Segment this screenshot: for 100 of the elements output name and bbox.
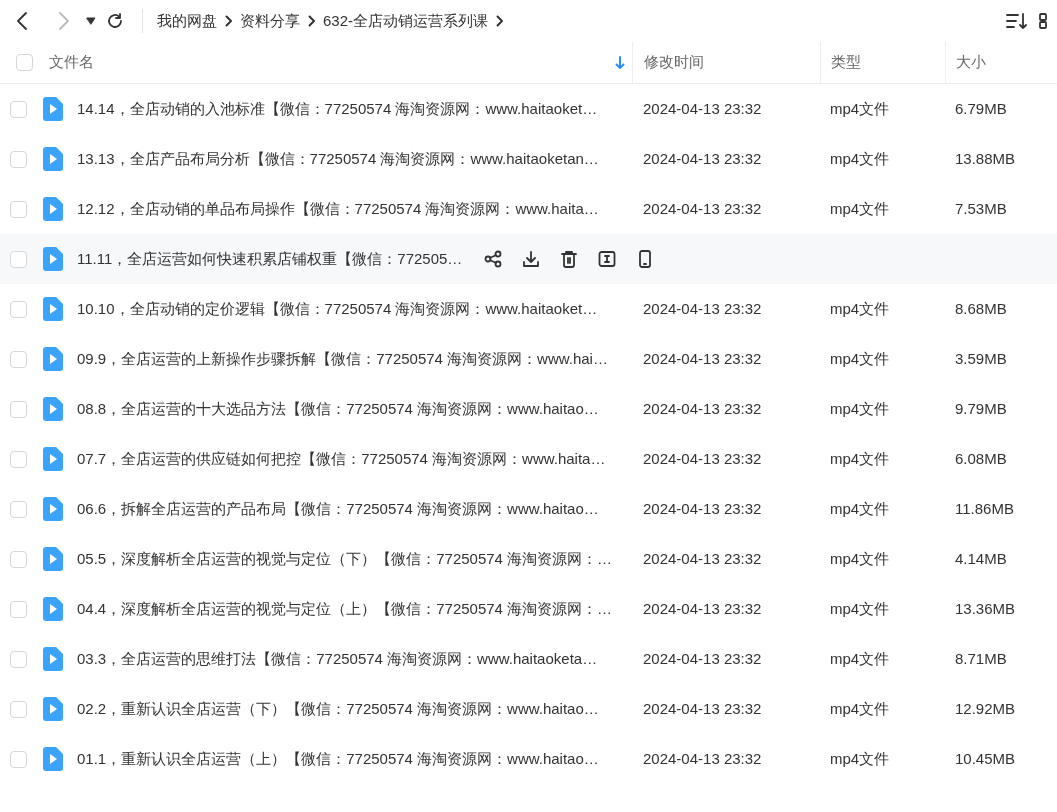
video-file-icon [43,97,63,121]
file-name[interactable]: 13.13，全店产品布局分析【微信：77250574 海淘资源网：www.haitaoketan… [77,147,599,171]
file-row[interactable]: 13.13，全店产品布局分析【微信：77250574 海淘资源网：www.haitaoketan… 2024-04-13 23:32 mp4文件 13.88MB [0,134,1057,184]
modified-time: 2024-04-13 23:32 [643,598,762,619]
file-name[interactable]: 02.2，重新认识全店运营（下）【微信：77250574 海淘资源网：www.haitao… [77,697,599,721]
file-row[interactable]: 08.8，全店运营的十大选品方法【微信：77250574 海淘资源网：www.haitao… 2024-04-13 23:32 mp4文件 9.79MB [0,384,1057,434]
row-checkbox[interactable] [10,450,27,468]
file-type: mp4文件 [830,448,890,469]
video-file-icon [43,297,63,321]
file-name[interactable]: 07.7，全店运营的供应链如何把控【微信：77250574 海淘资源网：www.haita… [77,447,606,471]
file-size: 6.79MB [955,98,1007,119]
file-size: 8.71MB [955,648,1007,669]
file-size: 12.92MB [955,698,1016,719]
row-checkbox[interactable] [10,400,27,418]
file-name[interactable]: 12.12，全店动销的单品布局操作【微信：77250574 海淘资源网：www.haita… [77,197,599,221]
file-name[interactable]: 03.3，全店运营的思维打法【微信：77250574 海淘资源网：www.haitaoketa… [77,647,598,671]
row-checkbox[interactable] [10,300,27,318]
file-size: 3.59MB [955,348,1007,369]
file-row[interactable]: 12.12，全店动销的单品布局操作【微信：77250574 海淘资源网：www.haita… 2024-04-13 23:32 mp4文件 7.53MB [0,184,1057,234]
video-file-icon [43,147,63,171]
file-size: 10.45MB [955,748,1016,769]
file-size: 11.86MB [955,498,1014,519]
file-name[interactable]: 10.10，全店动销的定价逻辑【微信：77250574 海淘资源网：www.haitaoket… [77,297,598,321]
file-type: mp4文件 [830,198,890,219]
file-row[interactable]: 10.10，全店动销的定价逻辑【微信：77250574 海淘资源网：www.haitaoket… 2024-04-13 23:32 mp4文件 8.68MB [0,284,1057,334]
file-type: mp4文件 [830,498,890,519]
video-file-icon [43,247,63,271]
file-row[interactable]: 04.4，深度解析全店运营的视觉与定位（上）【微信：77250574 海淘资源网：… 2024-04-13 23:32 mp4文件 13.36MB [0,584,1057,634]
file-name[interactable]: 08.8，全店运营的十大选品方法【微信：77250574 海淘资源网：www.haitao… [77,397,599,421]
file-name[interactable]: 14.14，全店动销的入池标准【微信：77250574 海淘资源网：www.haitaoket… [77,97,598,121]
video-file-icon [43,197,63,221]
column-header[interactable]: 类型 [831,51,861,74]
row-checkbox[interactable] [10,250,27,268]
refresh-icon [106,12,124,30]
file-name[interactable]: 11.11，全店运营如何快速积累店铺权重【微信：772505… [77,247,463,271]
sort-button[interactable] [1005,12,1027,30]
row-checkbox[interactable] [10,750,27,768]
modified-time: 2024-04-13 23:32 [643,498,762,519]
file-type: mp4文件 [830,298,890,319]
modified-time: 2024-04-13 23:32 [643,148,762,169]
breadcrumb-link[interactable]: 资料分享 [240,9,300,33]
file-row[interactable]: 06.6，拆解全店运营的产品布局【微信：77250574 海淘资源网：www.haitao… 2024-04-13 23:32 mp4文件 11.86MB [0,484,1057,534]
file-row[interactable]: 02.2，重新认识全店运营（下）【微信：77250574 海淘资源网：www.haitao… 2024-04-13 23:32 mp4文件 12.92MB [0,684,1057,734]
row-checkbox[interactable] [10,550,27,568]
rename-icon[interactable] [598,250,617,268]
share-icon[interactable] [484,250,503,268]
grid-icon [1039,12,1049,30]
file-size: 13.88MB [955,148,1016,169]
file-type: mp4文件 [830,548,890,569]
breadcrumb-link[interactable]: 632-全店动销运营系列课 [323,9,489,33]
video-file-icon [43,597,63,621]
row-checkbox[interactable] [10,700,27,718]
row-checkbox[interactable] [10,650,27,668]
file-size: 7.53MB [955,198,1007,219]
row-checkbox[interactable] [10,200,27,218]
video-file-icon [43,497,63,521]
file-size: 9.79MB [955,398,1007,419]
row-checkbox[interactable] [10,100,27,118]
file-row[interactable]: 09.9，全店运营的上新操作步骤拆解【微信：77250574 海淘资源网：www.hai… 2024-04-13 23:32 mp4文件 3.59MB [0,334,1057,384]
modified-time: 2024-04-13 23:32 [643,298,762,319]
column-header[interactable]: 修改时间 [644,51,704,74]
file-row[interactable]: 07.7，全店运营的供应链如何把控【微信：77250574 海淘资源网：www.haita… 2024-04-13 23:32 mp4文件 6.08MB [0,434,1057,484]
file-row[interactable]: 03.3，全店运营的思维打法【微信：77250574 海淘资源网：www.haitaoketa… 2024-04-13 23:32 mp4文件 8.71MB [0,634,1057,684]
breadcrumb-link[interactable]: 我的网盘 [157,9,217,33]
column-header[interactable]: 文件名 [49,51,615,74]
history-dropdown-button[interactable] [86,17,96,25]
trash-icon[interactable] [560,250,579,268]
chevron-icon [224,15,233,27]
sort-down-arrow-icon[interactable] [615,55,625,70]
file-type: mp4文件 [830,398,890,419]
modified-time: 2024-04-13 23:32 [643,448,762,469]
grid-view-button[interactable] [1039,12,1049,30]
file-type: mp4文件 [830,748,890,769]
select-all-checkbox[interactable] [16,54,33,71]
row-checkbox[interactable] [10,350,27,368]
file-size: 6.08MB [955,448,1007,469]
row-checkbox[interactable] [10,500,27,518]
refresh-button[interactable] [106,12,124,30]
file-name[interactable]: 04.4，深度解析全店运营的视觉与定位（上）【微信：77250574 海淘资源网：… [77,597,613,621]
file-name[interactable]: 05.5，深度解析全店运营的视觉与定位（下）【微信：77250574 海淘资源网：… [77,547,613,571]
row-checkbox[interactable] [10,150,27,168]
file-type: mp4文件 [830,348,890,369]
file-row[interactable]: 11.11，全店运营如何快速积累店铺权重【微信：772505… [0,234,1057,284]
file-row[interactable]: 05.5，深度解析全店运营的视觉与定位（下）【微信：77250574 海淘资源网：… 2024-04-13 23:32 mp4文件 4.14MB [0,534,1057,584]
chevron-icon [307,15,316,27]
file-name[interactable]: 09.9，全店运营的上新操作步骤拆解【微信：77250574 海淘资源网：www.hai… [77,347,608,371]
row-checkbox[interactable] [10,600,27,618]
column-header[interactable]: 大小 [956,51,986,74]
video-file-icon [43,397,63,421]
file-type: mp4文件 [830,98,890,119]
file-type: mp4文件 [830,148,890,169]
file-row[interactable]: 14.14，全店动销的入池标准【微信：77250574 海淘资源网：www.haitaoket… 2024-04-13 23:32 mp4文件 6.79MB [0,84,1057,134]
file-type: mp4文件 [830,698,890,719]
file-name[interactable]: 01.1，重新认识全店运营（上）【微信：77250574 海淘资源网：www.haitao… [77,747,599,771]
file-row[interactable]: 01.1，重新认识全店运营（上）【微信：77250574 海淘资源网：www.haitao… 2024-04-13 23:32 mp4文件 10.45MB [0,734,1057,784]
modified-time: 2024-04-13 23:32 [643,348,762,369]
sort-icon [1005,12,1027,30]
download-icon[interactable] [522,250,541,268]
video-file-icon [43,447,63,471]
file-name[interactable]: 06.6，拆解全店运营的产品布局【微信：77250574 海淘资源网：www.haitao… [77,497,599,521]
